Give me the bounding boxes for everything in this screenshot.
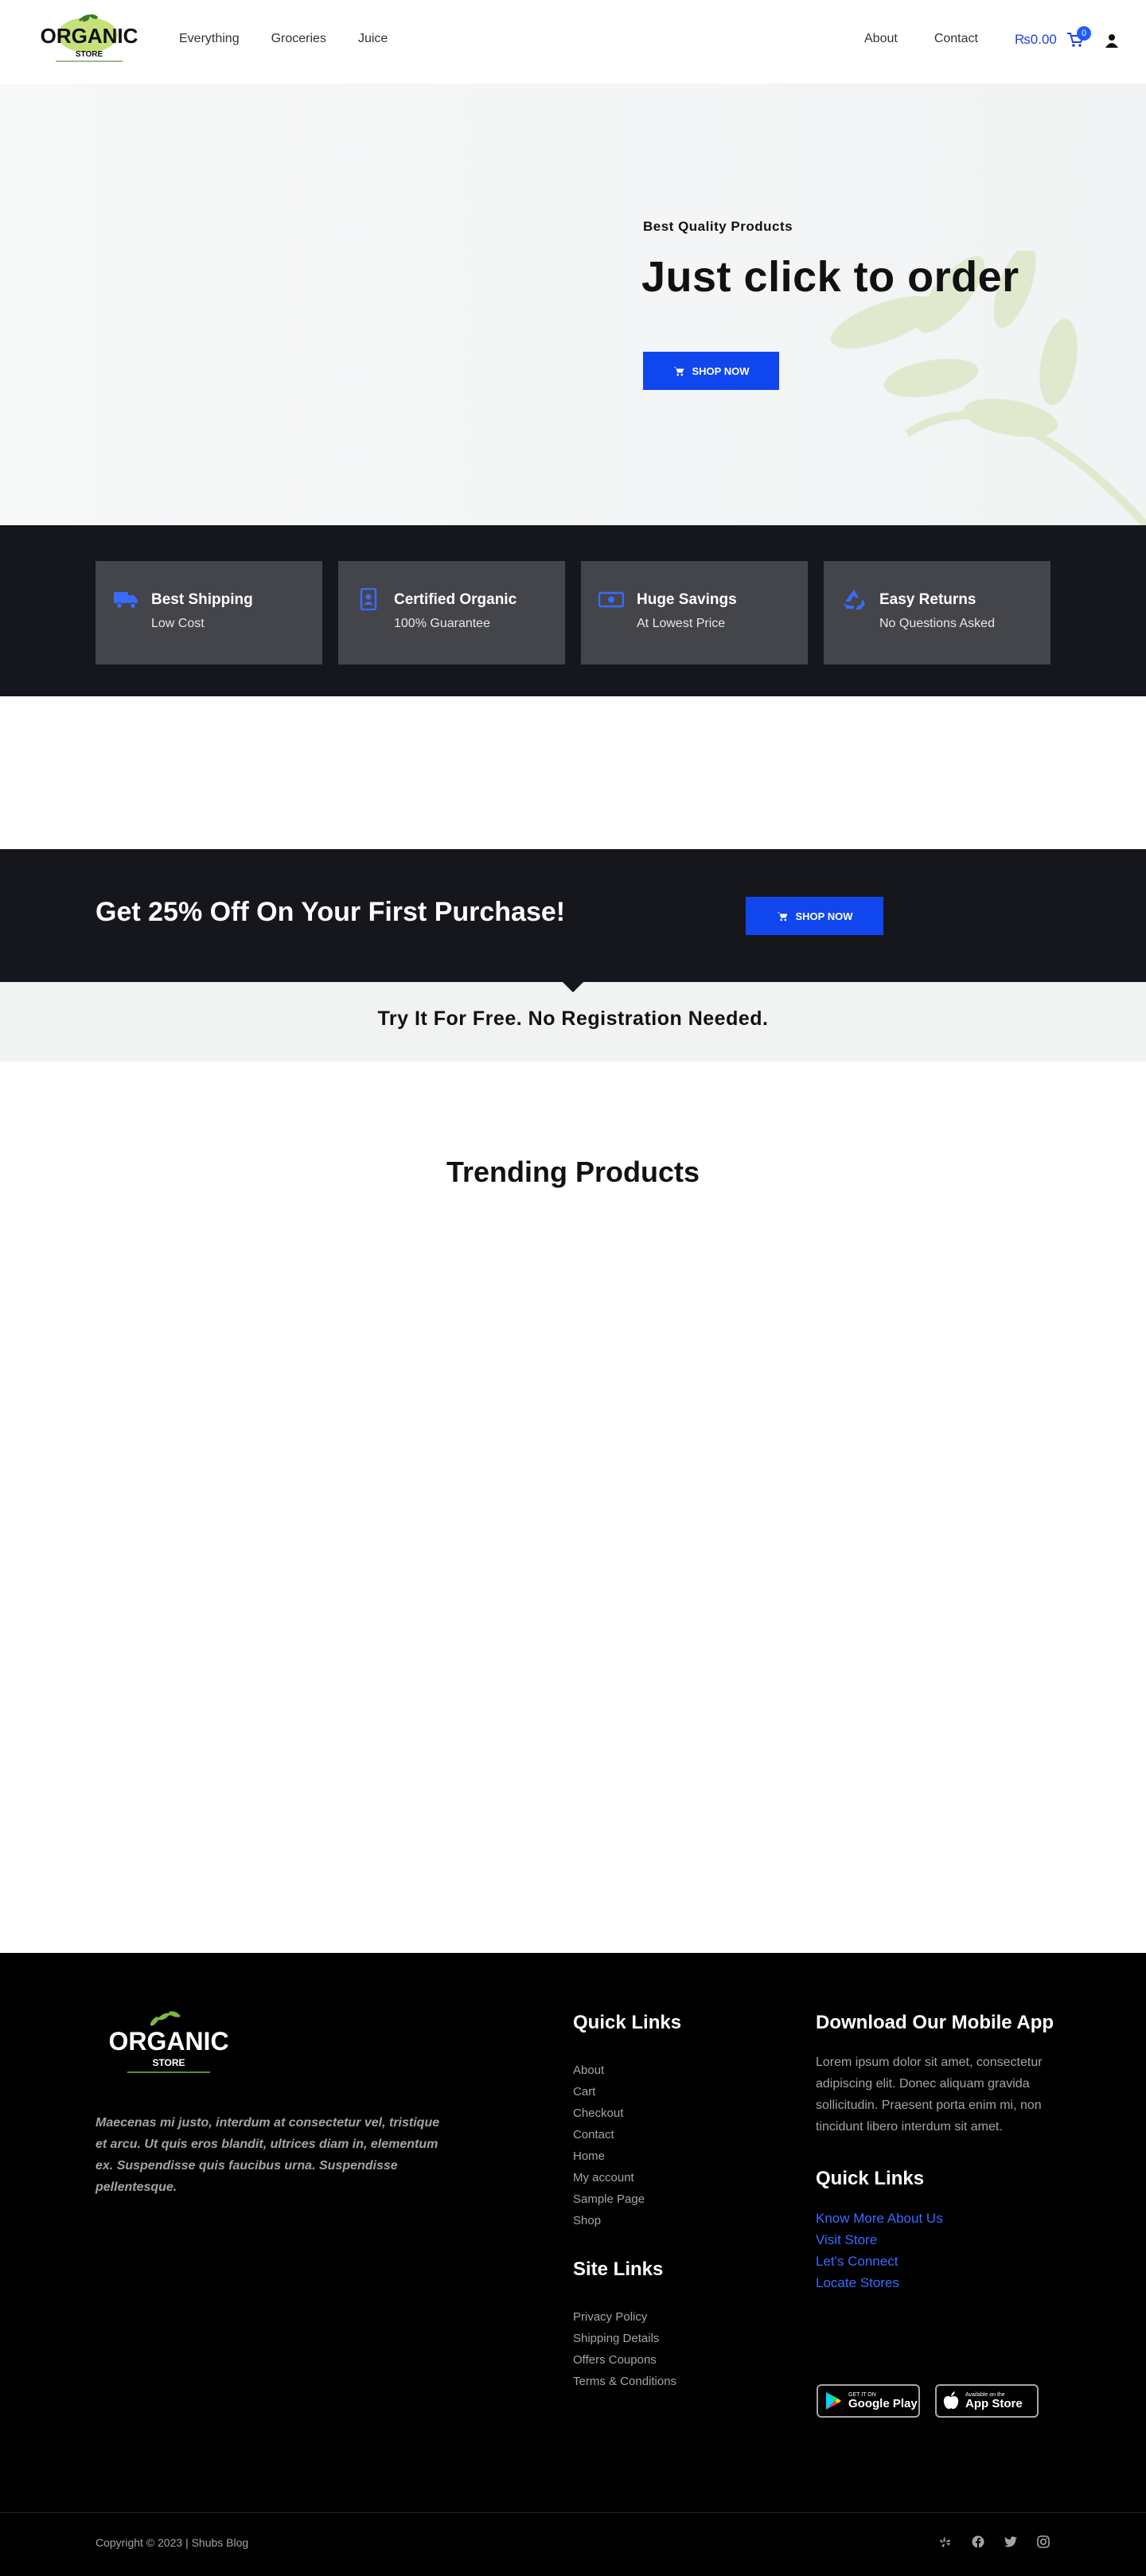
hero-button-label: SHOP NOW xyxy=(692,364,750,377)
svg-text:STORE: STORE xyxy=(76,50,103,59)
google-play-icon xyxy=(826,2392,841,2410)
footer-app-text: Lorem ipsum dolor sit amet, consectetur … xyxy=(816,2056,1043,2134)
cart-total[interactable]: ₨0.00 xyxy=(1015,32,1057,48)
footer-link-visit-store[interactable]: Visit Store xyxy=(816,2229,1054,2251)
nav-groceries[interactable]: Groceries xyxy=(271,32,326,46)
footer-link-about[interactable]: About xyxy=(573,2060,772,2081)
feature-subtitle: At Lowest Price xyxy=(637,617,726,630)
site-footer: ORGANIC STORE Maecenas mi justo, interdu… xyxy=(0,1953,1146,2576)
user-account-icon[interactable] xyxy=(1105,33,1119,48)
footer-link-my-account[interactable]: My account xyxy=(573,2167,772,2188)
trending-products-title: Trending Products xyxy=(446,1155,700,1188)
copyright-text: Copyright © 2023 | Shubs Blog xyxy=(96,2536,249,2549)
footer-link-terms[interactable]: Terms & Conditions xyxy=(573,2371,772,2392)
feature-card-shipping: Best Shipping Low Cost xyxy=(96,561,322,664)
app-store-badge[interactable]: Available on the App Store xyxy=(935,2384,1039,2418)
secondary-nav: About Contact xyxy=(864,32,978,46)
promo-shop-now-button[interactable]: SHOP NOW xyxy=(746,897,883,935)
footer-site-links-list: Privacy Policy Shipping Details Offers C… xyxy=(573,2306,772,2392)
promo-band: Get 25% Off On Your First Purchase! SHOP… xyxy=(0,849,1146,982)
promo-pointer-arrow xyxy=(563,982,583,992)
nav-contact[interactable]: Contact xyxy=(934,32,978,46)
footer-link-shop[interactable]: Shop xyxy=(573,2210,772,2231)
badge-icon xyxy=(360,588,377,610)
cart-icon xyxy=(673,366,684,376)
free-trial-text: Try It For Free. No Registration Needed. xyxy=(377,1007,769,1030)
feature-title: Easy Returns xyxy=(879,591,976,608)
feature-title: Best Shipping xyxy=(151,591,253,608)
feature-card-returns: Easy Returns No Questions Asked xyxy=(824,561,1050,664)
hero-subtitle: Best Quality Products xyxy=(643,219,793,234)
hero-banner: Best Quality Products Just click to orde… xyxy=(0,84,1146,525)
google-play-big-text: Google Play xyxy=(848,2397,918,2410)
footer-quick-links2-heading: Quick Links xyxy=(816,2168,925,2189)
feature-title: Huge Savings xyxy=(637,591,737,608)
footer-link-home[interactable]: Home xyxy=(573,2145,772,2167)
features-band: Best Shipping Low Cost Certified Organic… xyxy=(0,525,1146,696)
feature-card-organic: Certified Organic 100% Guarantee xyxy=(338,561,565,664)
recycle-icon xyxy=(844,590,865,610)
footer-quick-links-list: About Cart Checkout Contact Home My acco… xyxy=(573,2060,772,2231)
footer-organic-store-logo[interactable]: ORGANIC STORE xyxy=(96,2009,239,2080)
feature-subtitle: Low Cost xyxy=(151,617,205,630)
yelp-icon[interactable] xyxy=(939,2535,952,2548)
feature-subtitle: 100% Guarantee xyxy=(394,617,490,630)
free-trial-strip: Try It For Free. No Registration Needed. xyxy=(0,982,1146,1062)
footer-link-lets-connect[interactable]: Let's Connect xyxy=(816,2251,1054,2272)
truck-icon xyxy=(114,592,138,610)
feature-subtitle: No Questions Asked xyxy=(879,617,995,630)
footer-divider xyxy=(0,2512,1146,2513)
svg-text:STORE: STORE xyxy=(152,2057,185,2068)
feature-title: Certified Organic xyxy=(394,591,517,608)
footer-link-checkout[interactable]: Checkout xyxy=(573,2102,772,2124)
footer-link-shipping-details[interactable]: Shipping Details xyxy=(573,2328,772,2349)
promo-title: Get 25% Off On Your First Purchase! xyxy=(96,897,566,927)
footer-app-column: Download Our Mobile App Lorem ipsum dolo… xyxy=(816,2009,1054,2293)
footer-link-offers-coupons[interactable]: Offers Coupons xyxy=(573,2349,772,2371)
footer-quick-links-column: Quick Links About Cart Checkout Contact … xyxy=(573,2009,772,2392)
nav-juice[interactable]: Juice xyxy=(358,32,388,46)
promo-button-label: SHOP NOW xyxy=(795,910,853,922)
svg-text:ORGANIC: ORGANIC xyxy=(41,24,138,48)
app-store-big-text: App Store xyxy=(965,2397,1023,2410)
footer-about-text: Maecenas mi justo, interdum at consectet… xyxy=(96,2116,440,2194)
svg-text:ORGANIC: ORGANIC xyxy=(108,2027,228,2056)
footer-quick-links2-list: Know More About Us Visit Store Let's Con… xyxy=(816,2208,1054,2293)
money-icon xyxy=(598,591,624,608)
twitter-icon[interactable] xyxy=(1004,2535,1017,2548)
footer-link-sample-page[interactable]: Sample Page xyxy=(573,2188,772,2210)
hero-title: Just click to order xyxy=(641,253,1019,301)
footer-quick-links-heading: Quick Links xyxy=(573,2012,682,2033)
main-nav: Everything Groceries Juice xyxy=(179,32,388,46)
footer-link-cart[interactable]: Cart xyxy=(573,2081,772,2102)
facebook-icon[interactable] xyxy=(972,2535,984,2548)
google-play-badge[interactable]: GET IT ON Google Play xyxy=(817,2384,920,2418)
apple-icon xyxy=(943,2391,959,2410)
footer-link-locate-stores[interactable]: Locate Stores xyxy=(816,2272,1054,2293)
footer-site-links-heading: Site Links xyxy=(573,2258,664,2280)
cart-icon xyxy=(777,911,787,921)
footer-link-contact[interactable]: Contact xyxy=(573,2124,772,2145)
nav-everything[interactable]: Everything xyxy=(179,32,240,46)
nav-about[interactable]: About xyxy=(864,32,898,46)
page: ORGANIC STORE Everything Groceries Juice… xyxy=(0,0,1146,2576)
footer-app-heading: Download Our Mobile App xyxy=(816,2012,1054,2033)
hero-shop-now-button[interactable]: SHOP NOW xyxy=(643,352,779,390)
organic-store-logo[interactable]: ORGANIC STORE xyxy=(32,11,146,68)
site-header: ORGANIC STORE Everything Groceries Juice… xyxy=(0,0,1146,84)
instagram-icon[interactable] xyxy=(1037,2535,1050,2548)
cart-count-badge: 0 xyxy=(1077,26,1091,41)
footer-link-privacy-policy[interactable]: Privacy Policy xyxy=(573,2306,772,2328)
feature-card-savings: Huge Savings At Lowest Price xyxy=(581,561,808,664)
footer-link-know-more[interactable]: Know More About Us xyxy=(816,2208,1054,2229)
